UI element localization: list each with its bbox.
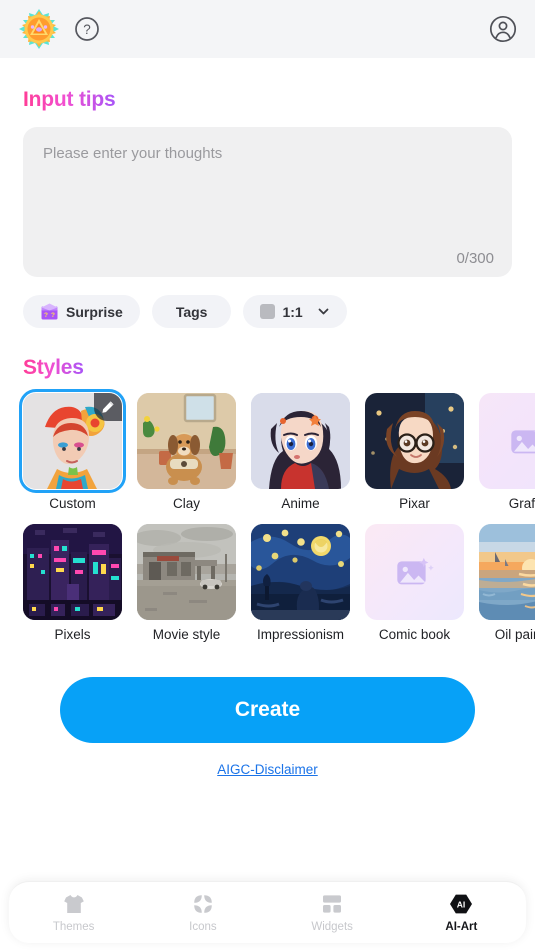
- svg-text:?: ?: [83, 22, 91, 37]
- tab-label: Icons: [189, 921, 217, 933]
- svg-text:AI: AI: [457, 900, 466, 910]
- aspect-ratio-chip[interactable]: 1:1: [243, 295, 347, 328]
- style-label: Clay: [172, 496, 200, 511]
- tab-widgets[interactable]: Widgets: [268, 892, 397, 933]
- style-card-anime[interactable]: Anime: [251, 393, 350, 511]
- style-thumb-pixels: [23, 524, 122, 620]
- grid-petals-icon: [191, 892, 215, 916]
- style-card-pixar[interactable]: Pixar: [365, 393, 464, 511]
- svg-text:?: ?: [51, 312, 55, 319]
- tags-chip-label: Tags: [175, 303, 208, 320]
- style-thumb-anime: [251, 393, 350, 489]
- style-card-graffiti[interactable]: Graffiti: [479, 393, 535, 511]
- widgets-blocks-icon: [320, 892, 344, 916]
- style-thumb-pixar: [365, 393, 464, 489]
- bottom-tabbar: Themes Icons Widgets AI AI-Art: [9, 881, 526, 943]
- mandala-logo-icon[interactable]: [18, 8, 60, 50]
- tab-label: Widgets: [311, 921, 353, 933]
- surprise-chip[interactable]: ? ? Surprise: [23, 295, 140, 328]
- style-card-pixels[interactable]: Pixels: [23, 524, 122, 642]
- tab-label: Themes: [52, 921, 95, 933]
- input-section: Input tips Please enter your thoughts 0/…: [0, 88, 535, 328]
- tab-ai-art[interactable]: AI AI-Art: [397, 892, 526, 933]
- styles-grid: Custom Clay Anime Pixar Graf Pixels Movi…: [0, 389, 535, 642]
- style-label: Movie style: [152, 627, 221, 642]
- aspect-ratio-label: 1:1: [282, 303, 303, 320]
- style-label: Oil painting: [494, 627, 535, 642]
- style-card-impressionism[interactable]: Impressionism: [251, 524, 350, 642]
- aigc-disclaimer-link[interactable]: AIGC-Disclaimer: [217, 762, 318, 777]
- prompt-textarea[interactable]: Please enter your thoughts 0/300: [23, 127, 512, 277]
- style-thumb-oil-painting: [479, 524, 535, 620]
- create-button[interactable]: Create: [60, 677, 475, 743]
- svg-text:?: ?: [44, 312, 48, 319]
- page-title: Input tips: [23, 88, 116, 111]
- mystery-box-icon: ? ?: [40, 302, 59, 321]
- style-label: Anime: [281, 496, 320, 511]
- style-card-movie-style[interactable]: Movie style: [137, 524, 236, 642]
- style-thumb-clay: [137, 393, 236, 489]
- pencil-edit-icon[interactable]: [94, 393, 122, 421]
- styles-heading: Styles: [23, 356, 84, 379]
- app-header: ?: [0, 0, 535, 58]
- tab-themes[interactable]: Themes: [9, 892, 138, 933]
- style-label: Graffiti: [508, 496, 535, 511]
- style-card-oil-painting[interactable]: Oil painting: [479, 524, 535, 642]
- style-label: Pixar: [399, 496, 430, 511]
- question-circle-icon[interactable]: ?: [74, 16, 100, 42]
- style-card-custom[interactable]: Custom: [19, 389, 126, 511]
- aspect-square-icon: [260, 304, 276, 319]
- style-card-clay[interactable]: Clay: [137, 393, 236, 511]
- prompt-placeholder: Please enter your thoughts: [43, 145, 223, 162]
- style-thumb-custom: [19, 389, 126, 493]
- character-counter: 0/300: [456, 250, 494, 267]
- style-thumb-movie-style: [137, 524, 236, 620]
- account-circle-icon[interactable]: [489, 15, 517, 43]
- style-thumb-comic-book: [365, 524, 464, 620]
- ai-art-screen: ? Input tips Please enter your thoughts …: [0, 0, 535, 951]
- style-card-comic-book[interactable]: Comic book: [365, 524, 464, 642]
- style-label: Pixels: [54, 627, 91, 642]
- input-tips-title: Input tips: [23, 88, 512, 112]
- image-placeholder-icon: [365, 524, 464, 620]
- style-label: Comic book: [378, 627, 451, 642]
- tab-label: AI-Art: [445, 921, 478, 933]
- image-placeholder-icon: [479, 393, 535, 489]
- ai-hexagon-icon: AI: [449, 892, 473, 916]
- style-label: Custom: [49, 496, 96, 511]
- style-label: Impressionism: [256, 627, 345, 642]
- option-chips-row: ? ? Surprise Tags 1:1: [23, 295, 512, 328]
- styles-title-wrap: Styles: [0, 356, 535, 380]
- tshirt-icon: [62, 892, 86, 916]
- style-thumb-graffiti: [479, 393, 535, 489]
- create-section: Create AIGC-Disclaimer: [0, 677, 535, 779]
- style-thumb-impressionism: [251, 524, 350, 620]
- tags-chip[interactable]: Tags: [151, 295, 232, 328]
- chevron-down-icon: [317, 305, 330, 318]
- tab-icons[interactable]: Icons: [138, 892, 267, 933]
- surprise-chip-label: Surprise: [66, 303, 123, 320]
